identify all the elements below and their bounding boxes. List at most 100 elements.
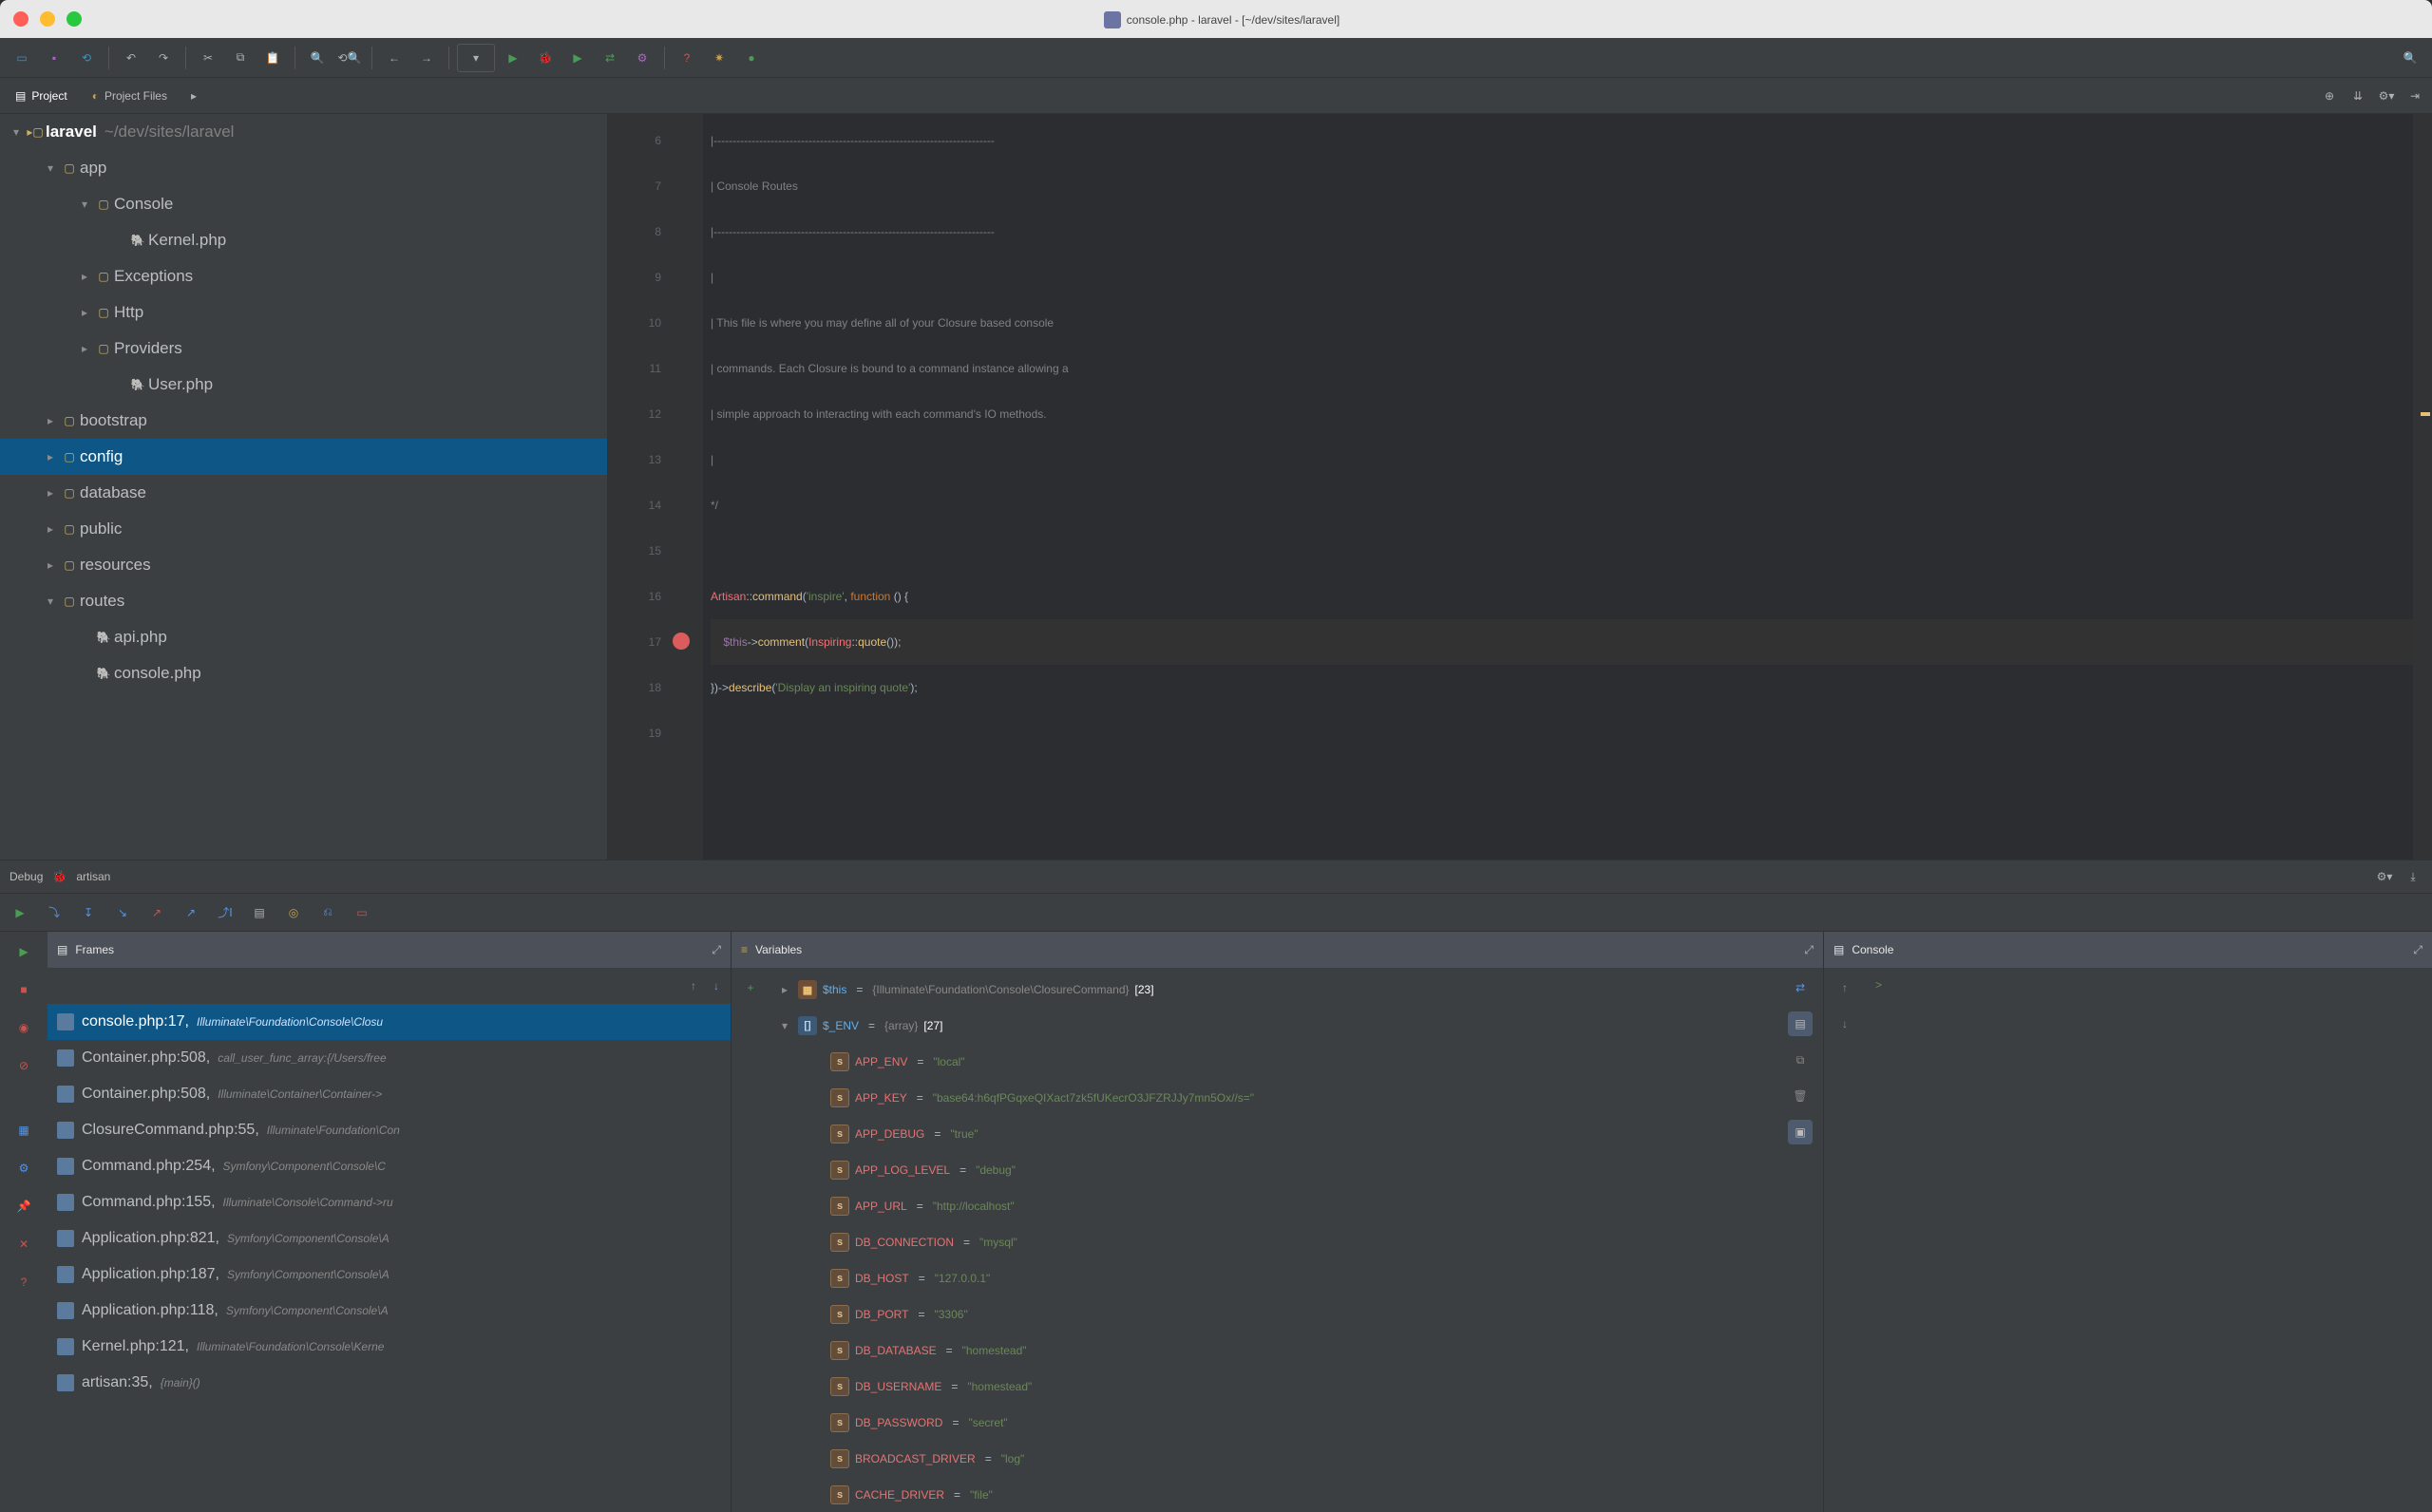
code-area[interactable]: |---------------------------------------… [703,114,2413,860]
var-delete-button[interactable]: 🗑 [1788,1084,1813,1108]
step-over-button[interactable]: ⤵ [40,898,68,927]
save-button[interactable]: ▪ [40,44,68,72]
minimize-window-button[interactable] [40,11,55,27]
cut-button[interactable]: ✂ [194,44,222,72]
tree-item-app[interactable]: ▾▢app [0,150,607,186]
force-step-into-button[interactable]: ↘ [108,898,137,927]
more-tabs-button[interactable]: ▸ [184,86,203,105]
tree-item-resources[interactable]: ▸▢resources [0,547,607,583]
search-everywhere-button[interactable]: 🔍 [2396,44,2424,72]
var-item[interactable]: s APP_DEBUG = "true" [770,1116,1777,1152]
var-item[interactable]: s DB_PASSWORD = "secret" [770,1405,1777,1441]
var-item[interactable]: s DB_DATABASE = "homestead" [770,1332,1777,1369]
editor-gutter[interactable]: 678910111213141516171819 [608,114,674,860]
console-output[interactable]: > [1866,968,2432,1512]
frame-row[interactable]: Container.php:508, Illuminate\Container\… [48,1076,731,1112]
var-item[interactable]: s CACHE_DRIVER = "file" [770,1477,1777,1512]
plugin-button[interactable]: ● [737,44,766,72]
hide-icon[interactable]: ⇥ [2405,86,2424,105]
collapse-icon[interactable]: ⇊ [2348,86,2367,105]
frame-row[interactable]: console.php:17, Illuminate\Foundation\Co… [48,1004,731,1040]
tree-arrow-icon[interactable]: ▾ [42,161,59,175]
step-out-button[interactable]: ↗ [142,898,171,927]
var-item[interactable]: s APP_KEY = "base64:h6qfPGqxeQIXact7zk5f… [770,1080,1777,1116]
step-into-button[interactable]: ↧ [74,898,103,927]
frame-row[interactable]: Application.php:821, Symfony\Component\C… [48,1220,731,1257]
tree-item-bootstrap[interactable]: ▸▢bootstrap [0,403,607,439]
frame-row[interactable]: ClosureCommand.php:55, Illuminate\Founda… [48,1112,731,1148]
tree-item-kernel-php[interactable]: 🐘Kernel.php [0,222,607,258]
frame-up-button[interactable]: ↑ [691,979,696,992]
tree-arrow-icon[interactable]: ▸ [42,450,59,463]
forward-button[interactable]: → [412,44,441,72]
var-item[interactable]: s APP_ENV = "local" [770,1044,1777,1080]
var-action2-button[interactable]: ▤ [1788,1011,1813,1036]
stop-debug-button[interactable]: ▭ [348,898,376,927]
tree-item-http[interactable]: ▸▢Http [0,294,607,331]
variables-tree[interactable]: ▸▦ $this = {Illuminate\Foundation\Consol… [770,968,1777,1512]
undo-button[interactable]: ↶ [117,44,145,72]
layout-button[interactable]: ▦ [11,1118,36,1143]
var-env[interactable]: ▾[] $_ENV = {array} [27] [770,1008,1777,1044]
close-window-button[interactable] [13,11,28,27]
sync-button[interactable]: ⟲ [72,44,101,72]
tree-arrow-icon[interactable]: ▾ [42,595,59,608]
frame-row[interactable]: Application.php:187, Symfony\Component\C… [48,1257,731,1293]
frames-restore-icon[interactable]: ⤢ [712,943,721,957]
tree-item-user-php[interactable]: 🐘User.php [0,367,607,403]
run-coverage-button[interactable]: ▶ [563,44,592,72]
stop-button[interactable]: ■ [11,977,36,1002]
tree-arrow-icon[interactable]: ▸ [76,306,93,319]
chevron-down-icon[interactable]: ▾ [8,125,25,139]
replace-button[interactable]: ⟲🔍 [335,44,364,72]
resume-button[interactable]: ▶ [6,898,34,927]
settings-rail-button[interactable]: ⚙ [11,1156,36,1181]
project-files-tab[interactable]: ◐Project Files [85,85,175,106]
project-tab[interactable]: ▤Project [8,85,75,106]
var-item[interactable]: s DB_PORT = "3306" [770,1296,1777,1332]
tree-arrow-icon[interactable]: ▾ [76,198,93,211]
frame-row[interactable]: Kernel.php:121, Illuminate\Foundation\Co… [48,1329,731,1365]
tree-item-config[interactable]: ▸▢config [0,439,607,475]
tree-arrow-icon[interactable]: ▸ [42,414,59,427]
console-down-button[interactable]: ↓ [1833,1011,1857,1036]
frame-down-button[interactable]: ↓ [713,979,719,992]
fold-column[interactable] [674,114,703,860]
tree-arrow-icon[interactable]: ▸ [76,342,93,355]
find-button[interactable]: 🔍 [303,44,332,72]
back-button[interactable]: ← [380,44,408,72]
var-item[interactable]: s DB_HOST = "127.0.0.1" [770,1260,1777,1296]
frame-row[interactable]: artisan:35, {main}() [48,1365,731,1401]
listen-debug-button[interactable]: ⇄ [596,44,624,72]
debug-button[interactable]: 🐞 [531,44,560,72]
var-this[interactable]: ▸▦ $this = {Illuminate\Foundation\Consol… [770,972,1777,1008]
var-item[interactable]: s DB_USERNAME = "homestead" [770,1369,1777,1405]
threads-button[interactable]: ⎌ [314,898,342,927]
help-rail-button[interactable]: ? [11,1270,36,1295]
frame-row[interactable]: Command.php:155, Illuminate\Console\Comm… [48,1184,731,1220]
tree-arrow-icon[interactable]: ▸ [42,558,59,572]
tree-root[interactable]: ▾ ▸▢ laravel ~/dev/sites/laravel [0,114,607,150]
help-button[interactable]: ? [673,44,701,72]
run-config-dropdown[interactable]: ▾ [457,44,495,72]
open-button[interactable]: ▭ [8,44,36,72]
tree-arrow-icon[interactable]: ▸ [42,522,59,536]
run-button[interactable]: ▶ [499,44,527,72]
tree-item-database[interactable]: ▸▢database [0,475,607,511]
variables-restore-icon[interactable]: ⤢ [1804,943,1814,957]
copy-button[interactable]: ⧉ [226,44,255,72]
ide-settings-button[interactable]: ✷ [705,44,733,72]
frame-row[interactable]: Application.php:118, Symfony\Component\C… [48,1293,731,1329]
chevron-down-icon[interactable]: ▾ [777,1019,792,1032]
tree-item-exceptions[interactable]: ▸▢Exceptions [0,258,607,294]
add-watch-button[interactable]: + [738,975,763,1000]
debug-gear-icon[interactable]: ⚙▾ [2375,867,2394,886]
maximize-window-button[interactable] [66,11,82,27]
paste-button[interactable]: 📋 [258,44,287,72]
gear-icon[interactable]: ⚙▾ [2377,86,2396,105]
var-console-button[interactable]: ▣ [1788,1120,1813,1144]
breakpoints-button[interactable]: ◉ [11,1015,36,1040]
mute-breakpoints-button[interactable]: ⊘ [11,1053,36,1078]
debug-hide-icon[interactable]: ⤓ [2404,867,2422,886]
run-to-cursor-button[interactable]: ↗ [177,898,205,927]
